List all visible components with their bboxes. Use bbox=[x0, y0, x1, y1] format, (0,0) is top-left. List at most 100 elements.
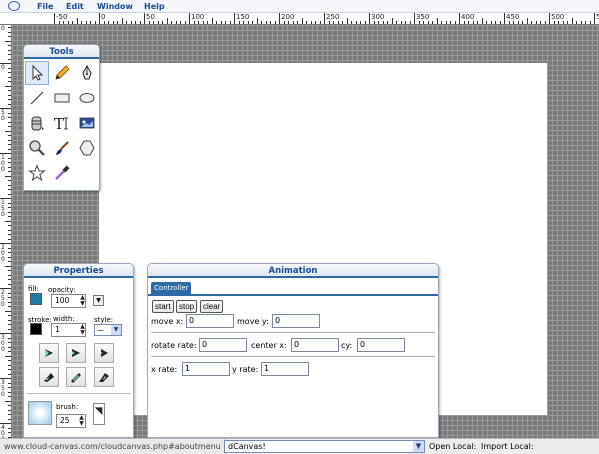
pencil-tool-icon[interactable] bbox=[50, 61, 74, 85]
brush-tool-icon[interactable] bbox=[50, 136, 74, 160]
ruler-minor-tick bbox=[8, 211, 11, 213]
tab-controller[interactable]: Controller bbox=[151, 282, 192, 294]
move-y-input[interactable]: 0 bbox=[272, 314, 320, 328]
ruler-minor-tick bbox=[405, 21, 406, 24]
stroke-color-swatch[interactable] bbox=[30, 323, 42, 335]
ruler-label: 200 bbox=[1, 244, 5, 263]
brush-size-stepper-icon[interactable]: ▲ ▼ bbox=[77, 415, 86, 428]
ruler-minor-tick bbox=[310, 21, 312, 24]
tools-panel-title[interactable]: Tools bbox=[24, 45, 99, 59]
join-bevel-button[interactable] bbox=[94, 367, 114, 387]
paint-bucket-tool-icon[interactable] bbox=[25, 111, 49, 135]
brush-shape-button[interactable] bbox=[93, 403, 105, 425]
rotate-rate-input[interactable]: 0 bbox=[199, 338, 247, 352]
ruler-minor-tick bbox=[409, 21, 411, 24]
stop-button[interactable]: stop bbox=[176, 300, 198, 313]
star-tool-icon[interactable] bbox=[25, 161, 49, 185]
ruler-minor-tick bbox=[567, 21, 568, 24]
zoom-tool-icon[interactable] bbox=[25, 136, 49, 160]
ruler-minor-tick bbox=[8, 306, 11, 307]
ruler-minor-tick bbox=[67, 21, 69, 24]
image-tool-icon[interactable] bbox=[75, 111, 99, 135]
x-rate-input[interactable]: 1 bbox=[182, 362, 230, 376]
tab-underline bbox=[148, 294, 438, 296]
ruler-minor-tick bbox=[72, 21, 73, 24]
join-miter-button[interactable] bbox=[66, 367, 86, 387]
y-rate-input[interactable]: 1 bbox=[261, 362, 309, 376]
ruler-minor-tick bbox=[301, 18, 303, 24]
ruler-minor-tick bbox=[207, 21, 208, 24]
start-button[interactable]: start bbox=[152, 300, 174, 313]
animation-panel-title[interactable]: Animation bbox=[148, 264, 438, 278]
ruler-minor-tick bbox=[175, 21, 177, 24]
document-select[interactable]: dCanvas! ▼ bbox=[224, 440, 425, 453]
ruler-minor-tick bbox=[8, 36, 11, 37]
ruler-minor-tick bbox=[5, 175, 11, 177]
ruler-minor-tick bbox=[112, 21, 114, 24]
line-tool-icon[interactable] bbox=[25, 86, 49, 110]
cap-butt-button[interactable] bbox=[94, 343, 114, 363]
cap-square-button[interactable] bbox=[66, 343, 86, 363]
polygon-tool-icon[interactable] bbox=[75, 136, 99, 160]
stroke-style-value: — bbox=[97, 326, 104, 334]
ruler-minor-tick bbox=[8, 252, 11, 253]
brush-preview[interactable] bbox=[28, 401, 52, 425]
properties-panel-title[interactable]: Properties bbox=[24, 264, 133, 278]
ellipse-tool-icon[interactable] bbox=[75, 86, 99, 110]
ruler-minor-tick bbox=[333, 21, 334, 24]
menu-file[interactable]: File bbox=[37, 1, 53, 12]
ruler-label: 300 bbox=[371, 13, 385, 21]
text-tool-icon[interactable]: T bbox=[50, 111, 74, 135]
opacity-stepper-icon[interactable]: ▲ ▼ bbox=[78, 295, 87, 308]
ruler-minor-tick bbox=[315, 21, 316, 24]
style-label: style: bbox=[94, 316, 114, 324]
ruler-minor-tick bbox=[247, 21, 249, 24]
fill-color-swatch[interactable] bbox=[30, 293, 42, 305]
ruler-label: 250 bbox=[1, 289, 5, 308]
ruler-minor-tick bbox=[58, 21, 60, 24]
menu-help[interactable]: Help bbox=[144, 1, 165, 12]
ruler-minor-tick bbox=[5, 130, 11, 132]
clear-button[interactable]: clear bbox=[200, 300, 224, 313]
ruler-minor-tick bbox=[387, 21, 388, 24]
select-tool-icon[interactable] bbox=[25, 61, 49, 85]
ruler-label: 50 bbox=[1, 109, 5, 122]
menu-edit[interactable]: Edit bbox=[66, 1, 84, 12]
ruler-minor-tick bbox=[495, 21, 496, 24]
fill-label: fill: bbox=[28, 285, 39, 293]
rectangle-tool-icon[interactable] bbox=[50, 86, 74, 110]
ruler-minor-tick bbox=[8, 297, 11, 298]
ruler-minor-tick bbox=[8, 351, 11, 352]
ruler-tick bbox=[99, 13, 100, 24]
cap-round-button[interactable] bbox=[39, 343, 59, 363]
animation-divider bbox=[151, 356, 435, 357]
center-x-input[interactable]: 0 bbox=[291, 338, 339, 352]
ruler-label: 400 bbox=[461, 13, 475, 21]
ruler-minor-tick bbox=[8, 139, 11, 141]
ruler-minor-tick bbox=[8, 99, 11, 100]
open-local-link[interactable]: Open Local: bbox=[429, 440, 476, 453]
ruler-minor-tick bbox=[486, 21, 487, 24]
opacity-dropdown-button[interactable]: ▼ bbox=[93, 295, 104, 306]
eyedropper-tool-icon[interactable] bbox=[50, 161, 74, 185]
cy-input[interactable]: 0 bbox=[357, 338, 405, 352]
menu-window[interactable]: Window bbox=[97, 1, 133, 12]
ruler-minor-tick bbox=[8, 414, 11, 415]
pen-tool-icon[interactable] bbox=[75, 61, 99, 85]
import-local-link[interactable]: Import Local: bbox=[481, 440, 534, 453]
app-logo-icon[interactable] bbox=[8, 1, 20, 11]
ruler-minor-tick bbox=[8, 346, 11, 348]
chevron-down-icon: ▼ bbox=[413, 441, 424, 452]
rotate-rate-label: rotate rate: bbox=[151, 341, 197, 350]
stroke-style-select[interactable]: — ▼ bbox=[94, 324, 122, 336]
ruler-minor-tick bbox=[220, 21, 222, 24]
ruler-minor-tick bbox=[8, 274, 11, 276]
ruler-minor-tick bbox=[135, 21, 136, 24]
join-round-button[interactable] bbox=[39, 367, 59, 387]
ruler-label: 50 bbox=[146, 13, 155, 21]
ruler-minor-tick bbox=[171, 21, 172, 24]
ruler-minor-tick bbox=[8, 270, 11, 271]
move-x-input[interactable]: 0 bbox=[186, 314, 234, 328]
stroke-width-stepper-icon[interactable]: ▲ ▼ bbox=[78, 324, 87, 337]
ruler-minor-tick bbox=[472, 21, 474, 24]
